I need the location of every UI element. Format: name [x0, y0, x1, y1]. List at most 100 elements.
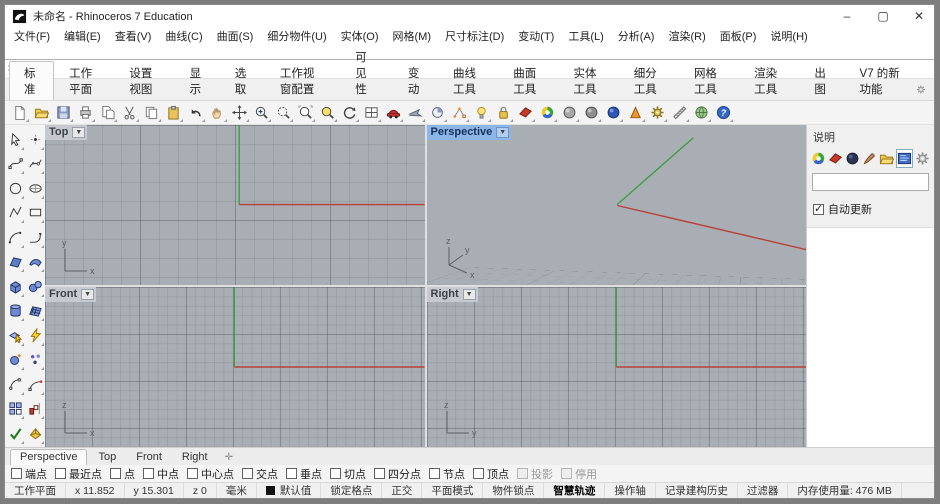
fillet-sphere-icon[interactable]	[5, 348, 25, 373]
material-tab-icon[interactable]	[828, 149, 843, 168]
status-filter[interactable]: 过滤器	[738, 483, 789, 498]
tab-new-in-v7[interactable]: V7 的新功能	[845, 61, 917, 100]
menu-edit[interactable]: 编辑(E)	[57, 27, 108, 45]
status-grid-snap[interactable]: 锁定格点	[321, 483, 382, 498]
vptab-front[interactable]: Front	[127, 450, 171, 465]
folder-tab-icon[interactable]	[879, 149, 894, 168]
cplane-icon[interactable]	[426, 102, 448, 123]
auto-update-row[interactable]: 自动更新	[807, 193, 934, 225]
tab-solid-tools[interactable]: 实体工具	[558, 61, 618, 100]
rendered-sphere-icon[interactable]	[602, 102, 624, 123]
status-record-history[interactable]: 记录建构历史	[656, 483, 738, 498]
tab-transform[interactable]: 变动	[393, 61, 438, 100]
viewport-right-label[interactable]: Right ▼	[427, 287, 478, 302]
panel-gear-icon[interactable]	[915, 149, 930, 168]
tab-surface-tools[interactable]: 曲面工具	[498, 61, 558, 100]
undo-view-change-icon[interactable]	[338, 102, 360, 123]
osnap-point[interactable]: 点	[110, 466, 135, 482]
status-gumball[interactable]: 操作轴	[605, 483, 656, 498]
osnap-quadrant[interactable]: 四分点	[374, 466, 421, 482]
rectangle-icon[interactable]	[25, 201, 45, 226]
select-pointer-icon[interactable]	[5, 127, 25, 152]
status-cplane[interactable]: 工作平面	[5, 483, 66, 498]
box-icon[interactable]	[5, 274, 25, 299]
tab-cplanes[interactable]: 工作平面	[54, 61, 114, 100]
status-y[interactable]: y 15.301	[125, 483, 184, 498]
osnap-near[interactable]: 最近点	[55, 466, 102, 482]
viewport-perspective-label[interactable]: Perspective ▼	[427, 125, 512, 140]
menu-render[interactable]: 渲染(R)	[661, 27, 712, 45]
viewport-front-menu-arrow[interactable]: ▼	[81, 289, 94, 300]
wireframe-sphere-icon[interactable]	[558, 102, 580, 123]
spheres-icon[interactable]	[25, 274, 45, 299]
block-icon[interactable]	[5, 397, 25, 422]
osnap-intersection[interactable]: 交点	[242, 466, 278, 482]
status-ortho[interactable]: 正交	[382, 483, 422, 498]
tab-select[interactable]: 选取	[220, 61, 265, 100]
maximize-button[interactable]: ▢	[868, 5, 898, 27]
tab-display[interactable]: 显示	[175, 61, 220, 100]
material-icon[interactable]	[514, 102, 536, 123]
minimize-button[interactable]: –	[832, 5, 862, 27]
menu-transform[interactable]: 变动(T)	[511, 27, 561, 45]
fillet-curve-icon[interactable]	[5, 372, 25, 397]
brush-tab-icon[interactable]	[862, 149, 877, 168]
explode-icon[interactable]	[25, 323, 45, 348]
tab-set-view[interactable]: 设置视图	[114, 61, 174, 100]
copy-to-clipboard-icon[interactable]	[96, 102, 118, 123]
osnap-center[interactable]: 中心点	[187, 466, 234, 482]
menu-curve[interactable]: 曲线(C)	[158, 27, 209, 45]
copy-icon[interactable]	[140, 102, 162, 123]
cylinder-icon[interactable]	[5, 299, 25, 324]
open-file-icon[interactable]	[30, 102, 52, 123]
status-units[interactable]: 毫米	[217, 483, 257, 498]
spotlight-icon[interactable]	[624, 102, 646, 123]
corner-curve-icon[interactable]	[25, 225, 45, 250]
menu-view[interactable]: 查看(V)	[108, 27, 159, 45]
zoom-selected-icon[interactable]	[294, 102, 316, 123]
arc-icon[interactable]	[5, 225, 25, 250]
mesh-surface-icon[interactable]	[25, 299, 45, 324]
array-icon[interactable]	[25, 397, 45, 422]
zoom-window-icon[interactable]	[272, 102, 294, 123]
osnap-knot[interactable]: 节点	[429, 466, 465, 482]
viewport-front-label[interactable]: Front ▼	[45, 287, 96, 302]
menu-tools[interactable]: 工具(L)	[561, 27, 610, 45]
vptab-top[interactable]: Top	[89, 450, 125, 465]
close-button[interactable]: ✕	[904, 5, 934, 27]
viewport-perspective-menu-arrow[interactable]: ▼	[496, 127, 509, 138]
tab-visibility[interactable]: 可见性	[340, 45, 393, 100]
zoom-extents-icon[interactable]	[316, 102, 338, 123]
auto-update-checkbox[interactable]	[813, 204, 824, 215]
osnap-mid[interactable]: 中点	[143, 466, 179, 482]
help-tab-icon[interactable]	[896, 149, 913, 168]
four-viewports-icon[interactable]	[360, 102, 382, 123]
named-view-car-icon[interactable]	[382, 102, 404, 123]
viewport-perspective[interactable]: z y x Perspective ▼	[427, 125, 807, 285]
osnap-tangent[interactable]: 切点	[330, 466, 366, 482]
tab-viewport-layout[interactable]: 工作视窗配置	[265, 61, 340, 100]
viewport-right[interactable]: z y Right ▼	[427, 287, 807, 447]
menu-help[interactable]: 说明(H)	[763, 27, 814, 45]
tab-drafting[interactable]: 出图	[799, 61, 844, 100]
curve-handles-icon[interactable]	[25, 152, 45, 177]
object-snap-nodes-icon[interactable]	[448, 102, 470, 123]
new-file-icon[interactable]	[8, 102, 30, 123]
vptab-right[interactable]: Right	[173, 450, 217, 465]
tab-curve-tools[interactable]: 曲线工具	[438, 61, 498, 100]
curved-surface-icon[interactable]	[25, 250, 45, 275]
viewport-top[interactable]: y x Top ▼	[45, 125, 425, 285]
paste-icon[interactable]	[162, 102, 184, 123]
new-viewport-tab-button[interactable]: ✛	[219, 452, 239, 465]
web-globe-icon[interactable]	[690, 102, 712, 123]
boolean-icon[interactable]	[5, 323, 25, 348]
patch-icon[interactable]	[25, 421, 45, 446]
tab-render-tools[interactable]: 渲染工具	[739, 61, 799, 100]
viewport-top-menu-arrow[interactable]: ▼	[72, 127, 85, 138]
options-gear-icon[interactable]	[646, 102, 668, 123]
status-z[interactable]: z 0	[184, 483, 217, 498]
help-search-input[interactable]	[812, 173, 929, 191]
viewport-right-menu-arrow[interactable]: ▼	[463, 289, 476, 300]
osnap-end[interactable]: 端点	[11, 466, 47, 482]
color-wheel-tab-icon[interactable]	[811, 149, 826, 168]
